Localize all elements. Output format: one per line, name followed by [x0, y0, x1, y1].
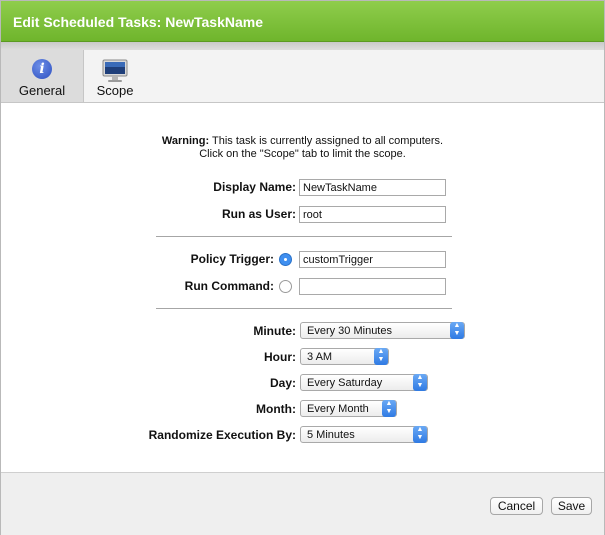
chevron-up-down-icon: ▲ ▼: [450, 322, 464, 339]
hour-label: Hour:: [264, 350, 296, 364]
randomize-select[interactable]: 5 Minutes ▲ ▼: [300, 426, 428, 443]
run-command-label: Run Command:: [184, 279, 274, 293]
day-label: Day:: [269, 376, 296, 390]
run-as-user-label: Run as User:: [221, 207, 296, 221]
hour-select[interactable]: 3 AM ▲ ▼: [300, 348, 389, 365]
scope-warning: Warning: This task is currently assigned…: [1, 135, 604, 161]
randomize-value: 5 Minutes: [307, 429, 355, 441]
footer-bar: Cancel Save: [1, 472, 604, 535]
tab-general-label: General: [18, 83, 66, 98]
tab-general[interactable]: i General: [1, 50, 84, 102]
day-select[interactable]: Every Saturday ▲ ▼: [300, 374, 428, 391]
tab-scope[interactable]: Scope: [84, 50, 146, 102]
minute-value: Every 30 Minutes: [307, 325, 392, 337]
display-name-field[interactable]: NewTaskName: [299, 179, 446, 196]
month-label: Month:: [256, 402, 296, 416]
edit-task-window: Edit Scheduled Tasks: NewTaskName i Gene…: [0, 0, 605, 535]
title-bar: Edit Scheduled Tasks: NewTaskName: [1, 1, 604, 42]
run-command-radio[interactable]: [279, 280, 292, 293]
warning-line1: This task is currently assigned to all c…: [209, 135, 444, 147]
monitor-icon: [102, 59, 128, 82]
warning-line2: Click on the "Scope" tab to limit the sc…: [199, 148, 406, 160]
run-as-user-field[interactable]: root: [299, 206, 446, 223]
month-value: Every Month: [307, 403, 369, 415]
minute-label: Minute:: [253, 324, 296, 338]
policy-trigger-radio[interactable]: [279, 253, 292, 266]
display-name-label: Display Name:: [213, 180, 296, 194]
save-button[interactable]: Save: [551, 497, 592, 515]
run-command-field[interactable]: [299, 278, 446, 295]
minute-select[interactable]: Every 30 Minutes ▲ ▼: [300, 322, 465, 339]
chevron-up-down-icon: ▲ ▼: [413, 426, 427, 443]
chevron-up-down-icon: ▲ ▼: [413, 374, 427, 391]
chevron-up-down-icon: ▲ ▼: [382, 400, 396, 417]
title-shadow: [1, 42, 604, 50]
policy-trigger-label: Policy Trigger:: [190, 252, 274, 266]
tab-bar: i General Scope: [1, 50, 604, 103]
hour-value: 3 AM: [307, 351, 333, 363]
policy-trigger-field[interactable]: customTrigger: [299, 251, 446, 268]
cancel-button[interactable]: Cancel: [490, 497, 543, 515]
divider: [156, 308, 452, 309]
chevron-up-down-icon: ▲ ▼: [374, 348, 388, 365]
warning-prefix: Warning:: [161, 135, 210, 147]
info-icon: i: [32, 59, 52, 79]
randomize-label: Randomize Execution By:: [148, 428, 296, 442]
tab-scope-label: Scope: [96, 83, 134, 98]
month-select[interactable]: Every Month ▲ ▼: [300, 400, 397, 417]
window-title: Edit Scheduled Tasks: NewTaskName: [13, 14, 264, 30]
general-panel: Warning: This task is currently assigned…: [1, 103, 604, 471]
day-value: Every Saturday: [307, 377, 383, 389]
divider: [156, 236, 452, 237]
